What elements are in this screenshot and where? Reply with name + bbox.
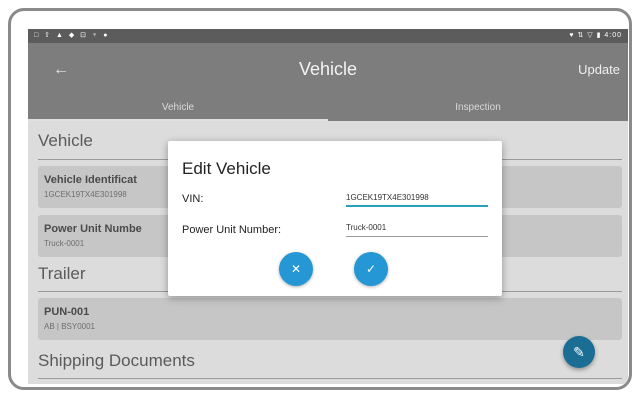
- close-icon: ✕: [290, 262, 302, 276]
- status-icons-right: ♥ ⇅ ▽ ▮ 4:00: [569, 32, 622, 39]
- vin-field[interactable]: [346, 191, 488, 207]
- cancel-button[interactable]: ✕: [279, 252, 313, 286]
- list-item-trailer[interactable]: PUN-001 AB | BSY0001: [38, 298, 622, 340]
- card-title: Power Unit Numbe: [44, 223, 142, 235]
- pencil-icon: ✎: [573, 344, 585, 360]
- status-icons-left: □ ⇧ ▲ ◆ ⊡ ♆ ●: [34, 32, 110, 39]
- card-subtitle: 1GCEK19TX4E301998: [44, 190, 127, 199]
- update-button[interactable]: Update: [578, 62, 620, 77]
- edit-vehicle-dialog: Edit Vehicle VIN: Power Unit Number: ✕ ✓: [168, 141, 502, 296]
- card-subtitle: Truck-0001: [44, 239, 85, 248]
- power-unit-number-field[interactable]: [346, 221, 488, 237]
- tab-inspection[interactable]: Inspection: [328, 97, 628, 121]
- dialog-title: Edit Vehicle: [182, 159, 271, 178]
- power-unit-number-label: Power Unit Number:: [182, 224, 282, 236]
- device-frame: □ ⇧ ▲ ◆ ⊡ ♆ ● ♥ ⇅ ▽ ▮ 4:00 ← Vehicle Upd…: [8, 8, 632, 390]
- page-title: Vehicle: [298, 59, 358, 79]
- vin-label: VIN:: [182, 193, 204, 205]
- confirm-button[interactable]: ✓: [354, 252, 388, 286]
- card-title: PUN-001: [44, 306, 90, 318]
- app-bar: ← Vehicle Update: [28, 43, 628, 97]
- card-title: Vehicle Identificat: [44, 174, 137, 186]
- divider: [38, 378, 622, 379]
- card-subtitle: AB | BSY0001: [44, 322, 95, 331]
- check-icon: ✓: [365, 262, 377, 276]
- tab-bar: Vehicle Inspection: [28, 97, 628, 121]
- edit-fab-button[interactable]: ✎: [563, 336, 595, 368]
- section-header-shipping: Shipping Documents: [38, 351, 195, 370]
- tab-vehicle[interactable]: Vehicle: [28, 97, 328, 121]
- status-bar: □ ⇧ ▲ ◆ ⊡ ♆ ● ♥ ⇅ ▽ ▮ 4:00: [28, 29, 628, 43]
